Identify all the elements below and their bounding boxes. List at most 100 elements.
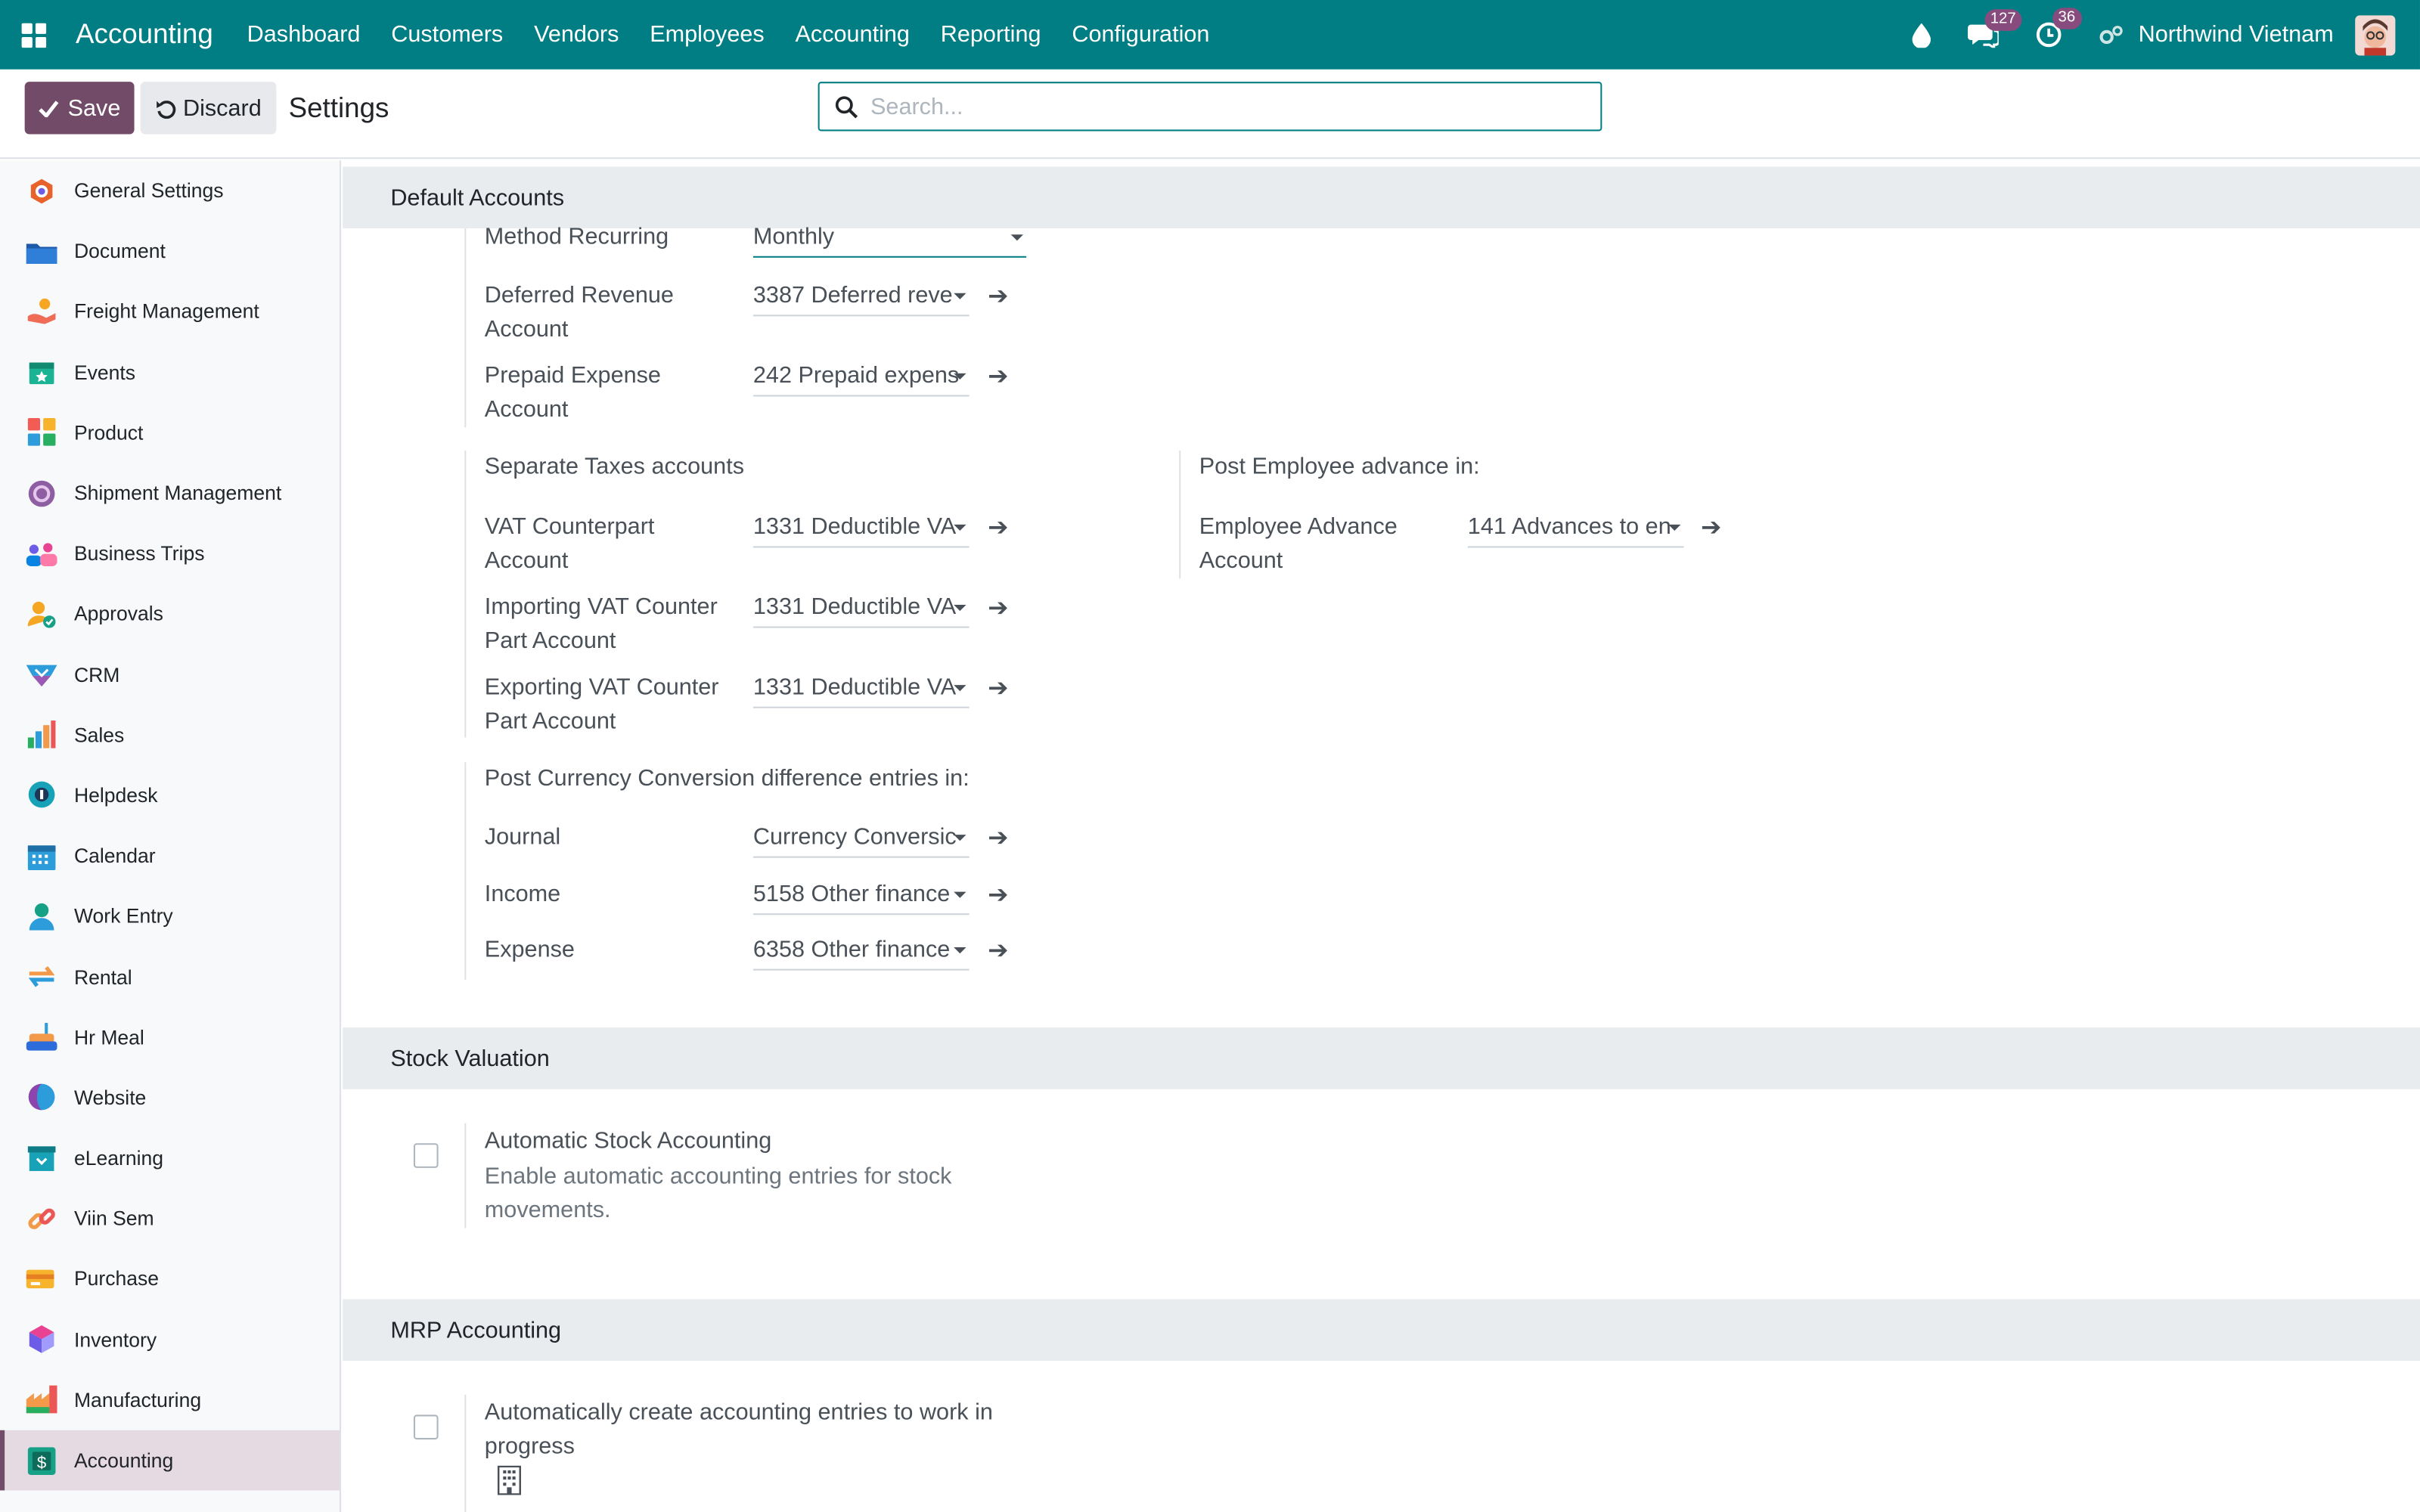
save-button[interactable]: Save [24, 82, 135, 135]
importing-vat-select[interactable]: 1331 Deductible VA [752, 591, 970, 628]
divider [464, 1394, 467, 1512]
messages-icon[interactable]: 127 [1967, 8, 2022, 48]
drop-icon[interactable] [1911, 22, 1931, 48]
sidebar-item-product[interactable]: Product [0, 402, 340, 463]
wip-accounting-checkbox[interactable] [413, 1414, 439, 1440]
caret-icon [954, 835, 966, 841]
sidebar-item-viin-sem[interactable]: Viin Sem [0, 1188, 340, 1249]
save-label: Save [67, 94, 121, 122]
deferred-revenue-value: 3387 Deferred reve [752, 282, 953, 309]
menu-reporting[interactable]: Reporting [925, 0, 1056, 70]
external-link-arrow-icon[interactable]: ➔ [988, 280, 1008, 311]
divider [464, 762, 467, 980]
sidebar-item-label: Rental [73, 965, 132, 989]
sidebar-item-label: Helpdesk [73, 783, 158, 807]
svg-text:$: $ [37, 1452, 47, 1471]
sidebar-item-manufacturing[interactable]: Manufacturing [0, 1370, 340, 1430]
employee-advance-select[interactable]: 141 Advances to en [1467, 511, 1684, 548]
events-icon [26, 357, 57, 388]
sidebar-item-label: Hr Meal [73, 1025, 144, 1049]
divider [464, 1123, 467, 1228]
discard-button[interactable]: Discard [140, 82, 277, 135]
income-select[interactable]: 5158 Other finance [752, 878, 970, 916]
sidebar-item-accounting[interactable]: $ Accounting [0, 1430, 340, 1491]
external-link-arrow-icon[interactable]: ➔ [988, 935, 1008, 966]
sidebar-item-label: Freight Management [73, 299, 259, 324]
sidebar-item-business-trips[interactable]: Business Trips [0, 523, 340, 584]
sidebar-item-label: Approvals [73, 602, 163, 626]
activities-icon[interactable]: 36 [2035, 8, 2082, 48]
settings-sidebar: General Settings Document Freight Manage… [0, 160, 342, 1512]
external-link-arrow-icon[interactable]: ➔ [988, 879, 1008, 910]
company-switcher[interactable]: Northwind Vietnam [2139, 22, 2334, 48]
business-trips-icon [26, 538, 57, 569]
caret-icon [1010, 234, 1024, 241]
sidebar-item-hr-meal[interactable]: Hr Meal [0, 1007, 340, 1067]
menu-accounting[interactable]: Accounting [780, 0, 925, 70]
sidebar-item-label: General Settings [73, 178, 224, 203]
sidebar-item-document[interactable]: Document [0, 221, 340, 281]
sidebar-item-inventory[interactable]: Inventory [0, 1309, 340, 1370]
search-box[interactable] [818, 82, 1602, 132]
caret-icon [954, 891, 966, 898]
external-link-arrow-icon[interactable]: ➔ [988, 361, 1008, 392]
external-link-arrow-icon[interactable]: ➔ [988, 593, 1008, 624]
external-link-arrow-icon[interactable]: ➔ [1701, 513, 1721, 544]
menu-vendors[interactable]: Vendors [519, 0, 634, 70]
menu-configuration[interactable]: Configuration [1056, 0, 1225, 70]
exporting-vat-select[interactable]: 1331 Deductible VA [752, 671, 970, 708]
app-brand[interactable]: Accounting [76, 18, 213, 51]
apps-menu-icon[interactable] [0, 0, 68, 70]
prepaid-expense-select[interactable]: 242 Prepaid expens [752, 360, 970, 397]
automatic-stock-accounting-description: Enable automatic accounting entries for … [484, 1163, 952, 1224]
messages-badge: 127 [1984, 8, 2022, 30]
sidebar-item-purchase[interactable]: Purchase [0, 1249, 340, 1309]
sidebar-item-work-entry[interactable]: Work Entry [0, 886, 340, 947]
sidebar-item-elearning[interactable]: eLearning [0, 1128, 340, 1188]
sidebar-item-crm[interactable]: CRM [0, 644, 340, 705]
vat-counterpart-select[interactable]: 1331 Deductible VA [752, 511, 970, 548]
expense-value: 6358 Other finance [752, 936, 951, 963]
mrp-accounting-heading: MRP Accounting [343, 1299, 2420, 1361]
menu-dashboard[interactable]: Dashboard [231, 0, 376, 70]
menu-employees[interactable]: Employees [634, 0, 780, 70]
caret-icon [954, 524, 966, 531]
viin-sem-icon [26, 1203, 57, 1234]
deferred-revenue-select[interactable]: 3387 Deferred reve [752, 279, 970, 317]
journal-select[interactable]: Currency Conversic [752, 821, 970, 858]
top-navbar: Accounting Dashboard Customers Vendors E… [0, 0, 2420, 70]
user-avatar[interactable] [2355, 14, 2396, 55]
sidebar-item-calendar[interactable]: Calendar [0, 826, 340, 886]
external-link-arrow-icon[interactable]: ➔ [988, 673, 1008, 704]
sidebar-item-general-settings[interactable]: General Settings [0, 160, 340, 221]
sidebar-item-shipment-management[interactable]: Shipment Management [0, 463, 340, 523]
debug-gears-icon[interactable] [2099, 24, 2124, 46]
sidebar-item-rental[interactable]: Rental [0, 947, 340, 1007]
caret-icon [1668, 524, 1681, 531]
sidebar-item-sales[interactable]: Sales [0, 705, 340, 765]
external-link-arrow-icon[interactable]: ➔ [988, 823, 1008, 854]
sidebar-item-label: Sales [73, 723, 125, 747]
sidebar-item-events[interactable]: Events [0, 342, 340, 402]
journal-value: Currency Conversic [752, 823, 957, 850]
expense-label: Expense [484, 936, 575, 963]
rental-icon [26, 961, 57, 992]
sidebar-item-label: Purchase [73, 1267, 160, 1291]
automatic-stock-accounting-checkbox[interactable] [413, 1143, 439, 1168]
sidebar-item-freight-management[interactable]: Freight Management [0, 281, 340, 342]
journal-label: Journal [484, 823, 561, 850]
breadcrumb: Settings [288, 92, 389, 124]
manufacturing-icon [26, 1384, 57, 1415]
search-input[interactable] [870, 93, 1550, 120]
external-link-arrow-icon[interactable]: ➔ [988, 513, 1008, 544]
general-settings-icon [26, 175, 57, 206]
importing-vat-label: Importing VAT Counter Part Account [484, 593, 718, 655]
menu-customers[interactable]: Customers [376, 0, 519, 70]
sidebar-item-approvals[interactable]: Approvals [0, 584, 340, 644]
sidebar-item-helpdesk[interactable]: Helpdesk [0, 765, 340, 826]
sidebar-item-website[interactable]: Website [0, 1067, 340, 1128]
stock-valuation-heading: Stock Valuation [343, 1027, 2420, 1089]
employee-advance-title: Post Employee advance in: [1199, 453, 1480, 480]
expense-select[interactable]: 6358 Other finance [752, 934, 970, 971]
method-recurring-select[interactable]: Monthly [752, 221, 1027, 258]
